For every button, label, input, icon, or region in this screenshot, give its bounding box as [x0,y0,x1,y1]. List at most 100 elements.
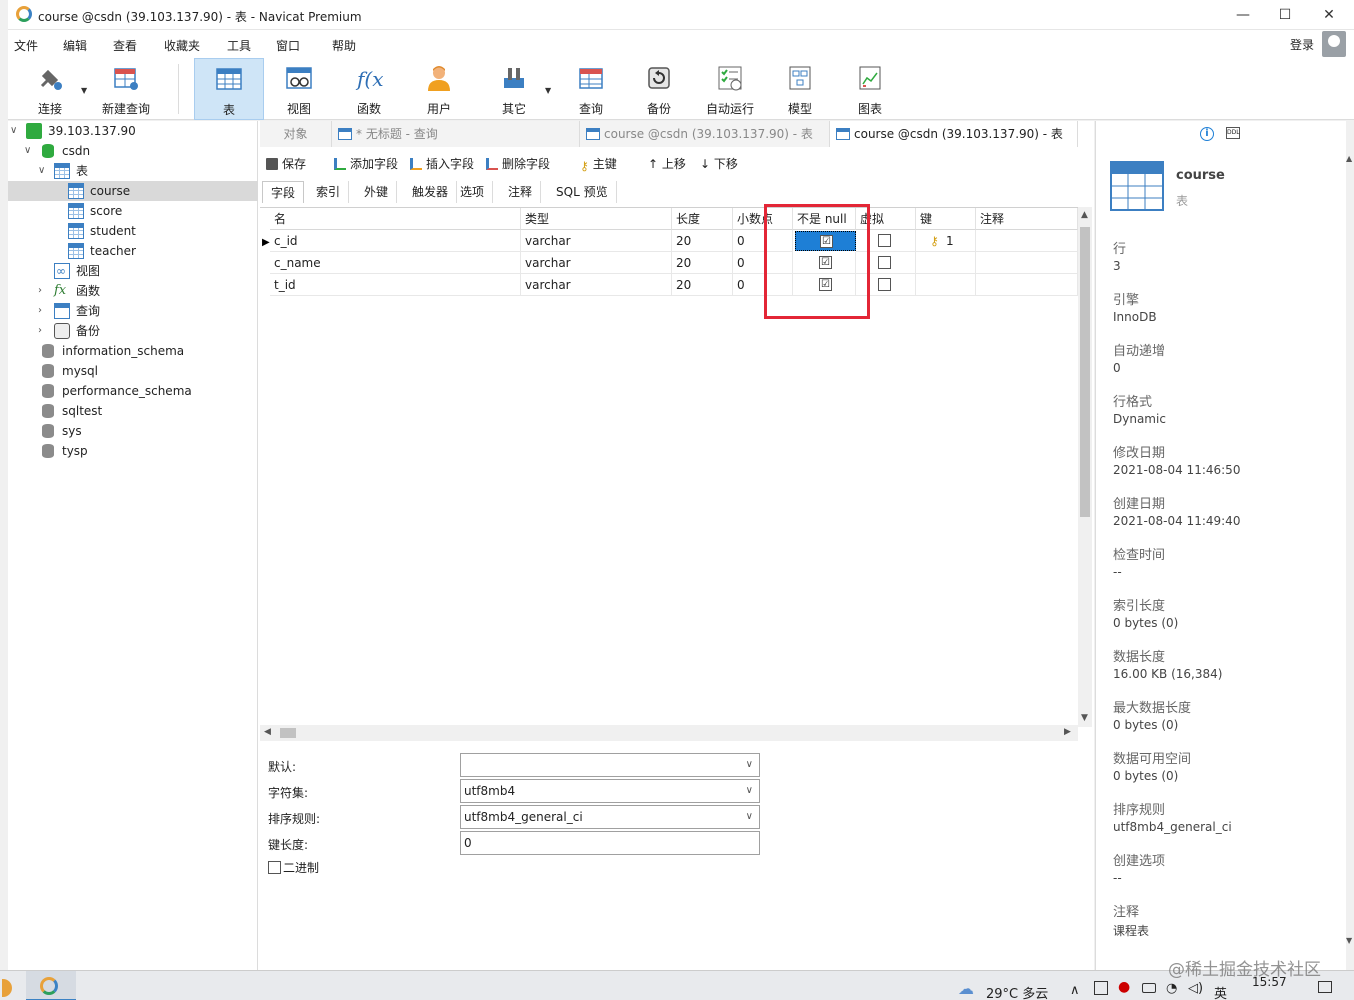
ddl-icon[interactable]: DDL [1226,127,1240,139]
scroll-right-icon[interactable]: ▶ [1064,727,1071,737]
close-button[interactable]: ✕ [1314,4,1344,26]
tray-app-icon[interactable] [1094,981,1108,995]
notification-icon[interactable] [1318,981,1332,993]
tab-triggers[interactable]: 触发器 [404,181,458,203]
tree-table-score[interactable]: score [8,201,258,221]
backup-button[interactable]: 备份 [630,58,688,120]
tree-table-student[interactable]: student [8,221,258,241]
tree-tables-group[interactable]: ∨ 表 [8,161,258,181]
chevron-right-icon[interactable]: › [38,321,42,341]
menu-favorites[interactable]: 收藏夹 [164,37,200,54]
table-row-comment[interactable] [976,274,1078,296]
table-row-comment[interactable] [976,230,1078,252]
tab-indexes[interactable]: 索引 [308,181,350,203]
grid-horizontal-scrollbar[interactable]: ◀ ▶ [260,725,1078,741]
new-query-button[interactable]: 新建查询 [96,58,156,120]
tab-sql-preview[interactable]: SQL 预览 [548,181,617,203]
tab-untitled-query[interactable]: * 无标题 - 查询 [332,121,580,147]
tree-connection[interactable]: ∨ 39.103.137.90 [8,121,258,141]
column-header-length[interactable]: 长度 [672,208,733,230]
user-avatar-icon[interactable] [1322,31,1346,57]
others-dropdown-icon[interactable]: ▼ [545,86,551,95]
chevron-down-icon[interactable]: ∨ [746,806,753,828]
column-header-comment[interactable]: 注释 [976,208,1078,230]
connect-button[interactable]: 连接 [22,58,78,120]
tree-database-information-schema[interactable]: information_schema [8,341,258,361]
menu-window[interactable]: 窗口 [276,37,300,54]
wifi-icon[interactable]: ◔ [1166,981,1177,996]
model-button[interactable]: 模型 [772,58,828,120]
tab-course-table-active[interactable]: course @csdn (39.103.137.90) - 表 [830,121,1078,147]
chevron-down-icon[interactable]: ∨ [24,141,31,161]
column-header-key[interactable]: 键 [916,208,976,230]
chevron-down-icon[interactable]: ∨ [746,780,753,802]
scroll-down-icon[interactable]: ▼ [1346,936,1352,945]
chevron-down-icon[interactable]: ∨ [38,161,45,181]
charset-select[interactable]: utf8mb4 ∨ [460,779,760,803]
view-button[interactable]: 视图 [270,58,328,120]
info-icon[interactable]: i [1200,127,1214,141]
scroll-up-icon[interactable]: ▲ [1346,154,1352,163]
tab-foreign-keys[interactable]: 外键 [356,181,398,203]
chevron-down-icon[interactable]: ∨ [746,754,753,776]
menu-file[interactable]: 文件 [14,37,38,54]
scroll-left-icon[interactable]: ◀ [264,727,271,737]
table-row-name[interactable]: c_name [270,252,521,274]
qq-icon[interactable]: ● [1118,979,1130,995]
tree-database-mysql[interactable]: mysql [8,361,258,381]
login-link[interactable]: 登录 [1290,36,1314,53]
virtual-checkbox[interactable] [878,278,891,291]
table-row-key[interactable] [916,252,976,274]
tree-functions-group[interactable]: › fx 函数 [8,281,258,301]
maximize-button[interactable]: ☐ [1270,4,1300,26]
move-up-button[interactable]: ↑ 上移 [648,151,686,177]
tree-database-sqltest[interactable]: sqltest [8,401,258,421]
outer-scrollbar[interactable]: ▲ ▼ [1346,150,1354,950]
column-header-name[interactable]: 名 [270,208,521,230]
table-row-length[interactable]: 20 [672,252,733,274]
move-down-button[interactable]: ↓ 下移 [700,151,738,177]
binary-option[interactable]: 二进制 [268,859,319,876]
scroll-down-icon[interactable]: ▼ [1081,713,1088,723]
battery-icon[interactable] [1142,983,1156,993]
grid-vertical-scrollbar[interactable]: ▲ ▼ [1078,207,1092,727]
table-row-length[interactable]: 20 [672,230,733,252]
save-button[interactable]: 保存 [266,151,306,177]
virtual-checkbox[interactable] [878,234,891,247]
tab-comment[interactable]: 注释 [500,181,542,203]
default-select[interactable]: ∨ [460,753,760,777]
insert-field-button[interactable]: 插入字段 [410,151,474,177]
tab-course-table-1[interactable]: course @csdn (39.103.137.90) - 表 [580,121,830,147]
table-row-type[interactable]: varchar [521,274,672,296]
minimize-button[interactable]: — [1228,4,1258,26]
tab-options[interactable]: 选项 [452,181,494,203]
auto-run-button[interactable]: 自动运行 [700,58,760,120]
menu-tools[interactable]: 工具 [227,37,251,54]
connect-dropdown-icon[interactable]: ▼ [81,86,87,95]
function-button[interactable]: f(x) 函数 [340,58,398,120]
key-length-input[interactable]: 0 [460,831,760,855]
column-header-type[interactable]: 类型 [521,208,672,230]
menu-view[interactable]: 查看 [113,37,137,54]
table-row-name[interactable]: t_id [270,274,521,296]
binary-checkbox[interactable] [268,861,281,874]
tree-queries-group[interactable]: › 查询 [8,301,258,321]
table-row-name[interactable]: c_id [270,230,521,252]
add-field-button[interactable]: 添加字段 [334,151,398,177]
tree-database-sys[interactable]: sys [8,421,258,441]
table-row-key[interactable]: ⚷ 1 [916,230,976,252]
others-button[interactable]: 其它 [486,58,542,120]
table-row-type[interactable]: varchar [521,230,672,252]
table-row-type[interactable]: varchar [521,252,672,274]
tree-database-csdn[interactable]: ∨ csdn [8,141,258,161]
table-button[interactable]: 表 [194,58,264,120]
navicat-taskbar-button[interactable] [26,971,76,1000]
table-row-length[interactable]: 20 [672,274,733,296]
primary-key-button[interactable]: ⚷ 主键 [580,151,617,177]
table-row-comment[interactable] [976,252,1078,274]
tree-table-course[interactable]: course [8,181,258,201]
scroll-up-icon[interactable]: ▲ [1081,210,1088,220]
volume-icon[interactable]: ◁) [1188,981,1203,996]
scrollbar-thumb[interactable] [1080,227,1090,517]
chevron-right-icon[interactable]: › [38,281,42,301]
